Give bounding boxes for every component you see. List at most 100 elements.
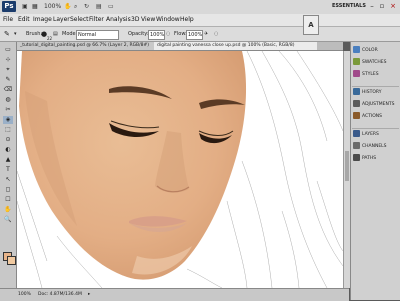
panel-label: CHANNELS [362,144,387,149]
flow-label: Flow: [174,31,187,37]
history-panel-icon [353,88,360,95]
application-bar: Ps ▣ ▦ 100% ✋ ⌕ ↻ ▤ ▭ ESSENTIALS – ▫ × [0,0,400,15]
panel-history[interactable]: HISTORY [353,88,400,98]
menu-edit[interactable]: Edit [18,14,30,26]
opacity-input[interactable]: 100% [148,30,165,40]
zoom-tool-icon[interactable]: 🔍 [3,216,13,224]
color-panel-icon [353,46,360,53]
blend-mode-select[interactable]: Normal [76,30,119,40]
panel-adjustments[interactable]: ADJUSTMENTS [353,100,400,110]
zoom-tool-icon[interactable]: ⌕ [74,2,77,12]
document-tabs: _tutorial_digital_painting.psd @ 66.7% (… [17,42,343,51]
menu-window[interactable]: Window [156,14,180,26]
menu-layer[interactable]: Layer [53,14,70,26]
document-tab[interactable]: _tutorial_digital_painting.psd @ 66.7% (… [17,42,157,50]
move-tool-icon[interactable]: ▭ [3,46,13,54]
canvas-scrollbar[interactable] [343,51,350,288]
hand-tool-icon[interactable]: ✋ [3,206,13,214]
panels-dock: COLOR SWATCHES STYLES HISTORY ADJUSTMENT… [350,42,400,300]
menu-view[interactable]: View [141,14,155,26]
panel-label: LAYERS [362,132,379,137]
brush-tool-icon[interactable]: ◈ [3,116,13,124]
opacity-label: Opacity: [128,31,149,37]
zoom-readout[interactable]: 100% [18,290,31,300]
rotate-view-icon[interactable]: ↻ [84,2,89,12]
screen-mode-icon[interactable]: ▭ [108,2,114,12]
panel-actions[interactable]: ACTIONS [353,112,400,122]
close-button[interactable]: × [389,2,397,10]
minibridge-icon[interactable]: ▦ [32,2,38,12]
panel-divider [352,128,399,129]
panel-swatches[interactable]: SWATCHES [353,58,400,68]
panel-label: ADJUSTMENTS [362,102,395,107]
menu-select[interactable]: Select [70,14,89,26]
type-tool-icon[interactable]: T [3,166,13,174]
layers-panel-icon [353,130,360,137]
tablet-pressure-icon[interactable]: A [303,15,319,35]
hand-tool-icon[interactable]: ✋ [64,2,71,12]
panel-label: PATHS [362,156,377,161]
brush-panel-icon[interactable]: ▤ [53,29,58,39]
face-painting [17,51,343,288]
tool-preset-dropdown[interactable]: ▾ [14,29,17,39]
clone-stamp-tool-icon[interactable]: ⬚ [3,126,13,134]
healing-tool-icon[interactable]: ✂ [3,106,13,114]
menu-3d[interactable]: 3D [131,14,139,26]
eyedropper-tool-icon[interactable]: ◍ [3,96,13,104]
paths-panel-icon [353,154,360,161]
zoom-level-dropdown[interactable]: 100% [44,2,61,12]
arrange-documents-icon[interactable]: ▤ [96,2,102,12]
bridge-icon[interactable]: ▣ [22,2,28,12]
panel-styles[interactable]: STYLES [353,70,400,80]
status-bar: 100% Doc: 4.87M/136.4M ▸ [0,288,349,301]
flow-input[interactable]: 100% [186,30,203,40]
minimize-button[interactable]: – [368,2,376,10]
lasso-tool-icon[interactable]: ⌖ [3,66,13,74]
panel-layers[interactable]: LAYERS [353,130,400,140]
status-menu-arrow[interactable]: ▸ [88,290,90,300]
menu-bar: File Edit Image Layer Select Filter Anal… [0,14,400,27]
pressure-opacity-icon[interactable]: ◌ [166,29,170,39]
airbrush-icon[interactable]: ✈ [204,29,208,39]
channels-panel-icon [353,142,360,149]
menu-image[interactable]: Image [33,14,52,26]
panel-paths[interactable]: PATHS [353,154,400,164]
adjustments-panel-icon [353,100,360,107]
panel-divider [352,86,399,87]
swatches-panel-icon [353,58,360,65]
options-bar: ✎ ▾ Brush: ● 22 ▤ Mode: Normal Opacity: … [0,27,400,42]
panel-color[interactable]: COLOR [353,46,400,56]
menu-filter[interactable]: Filter [89,14,104,26]
3d-tool-icon[interactable]: ☐ [3,196,13,204]
brush-label: Brush: [26,31,43,37]
menu-help[interactable]: Help [180,14,194,26]
scrollbar-thumb[interactable] [345,151,349,181]
pressure-size-icon[interactable]: ◌ [214,29,218,39]
panel-label: SWATCHES [362,60,387,65]
panel-label: ACTIONS [362,114,382,119]
document-canvas[interactable] [17,51,343,288]
panel-channels[interactable]: CHANNELS [353,142,400,152]
menu-file[interactable]: File [3,14,13,26]
quick-select-tool-icon[interactable]: ✎ [3,76,13,84]
shape-tool-icon[interactable]: ◻ [3,186,13,194]
panel-label: STYLES [362,72,379,77]
panel-label: COLOR [362,48,378,53]
restore-button[interactable]: ▫ [378,2,386,10]
crop-tool-icon[interactable]: ⌫ [3,86,13,94]
background-color-swatch[interactable] [7,256,16,265]
path-select-tool-icon[interactable]: ↖ [3,176,13,184]
tools-panel: ▭ ⊹ ⌖ ✎ ⌫ ◍ ✂ ◈ ⬚ ⊙ ◐ ▲ T ↖ ◻ ☐ ✋ 🔍 [0,42,17,290]
marquee-tool-icon[interactable]: ⊹ [3,56,13,64]
brush-tool-icon[interactable]: ✎ [4,29,10,39]
document-tab-active[interactable]: digital painting vanessa close up.psd @ … [154,42,317,50]
document-info: Doc: 4.87M/136.4M [38,292,82,297]
actions-panel-icon [353,112,360,119]
history-brush-tool-icon[interactable]: ⊙ [3,136,13,144]
gradient-tool-icon[interactable]: ▲ [3,156,13,164]
eraser-tool-icon[interactable]: ◐ [3,146,13,154]
photoshop-logo: Ps [2,1,16,12]
panel-label: HISTORY [362,90,382,95]
menu-analysis[interactable]: Analysis [106,14,131,26]
workspace-switcher[interactable]: ESSENTIALS [332,1,366,11]
